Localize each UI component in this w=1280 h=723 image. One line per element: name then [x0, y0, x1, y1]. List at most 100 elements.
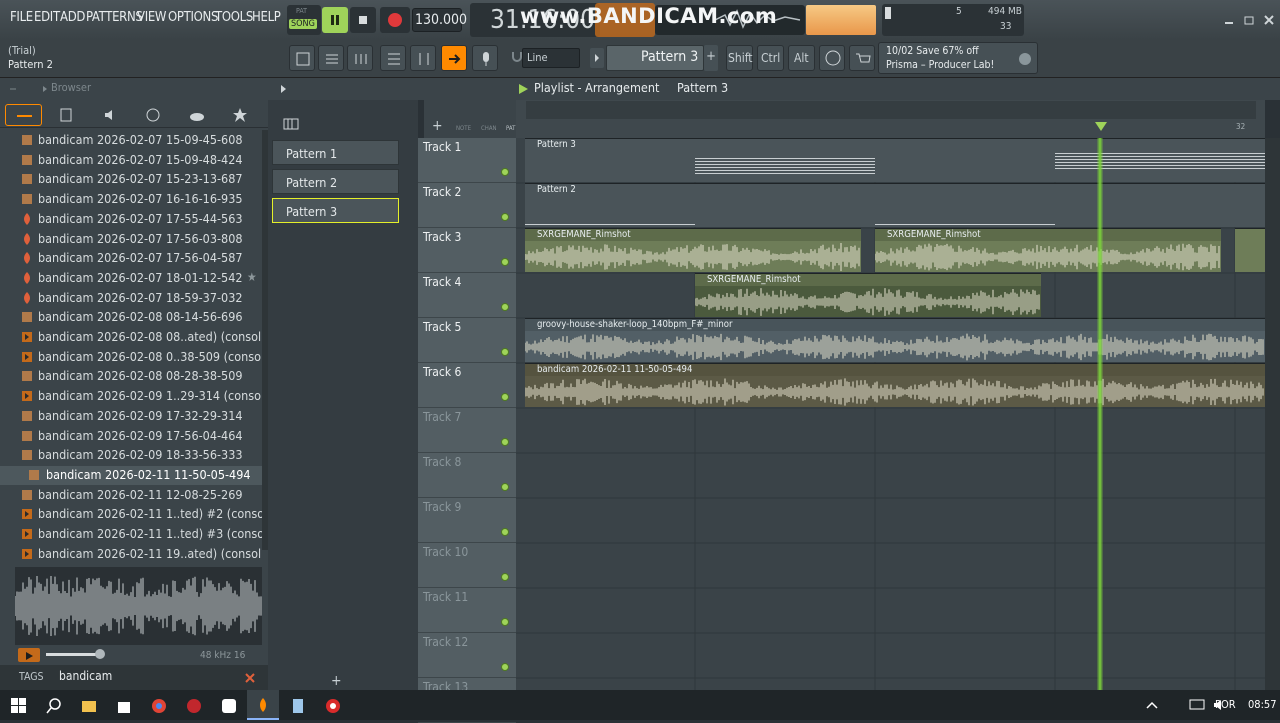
shift-key-button[interactable]: Shift — [726, 45, 753, 71]
clock[interactable]: 08:57 — [1248, 698, 1277, 711]
clip-track3-rimshot-1[interactable]: SXRGEMANE_Rimshot — [525, 228, 861, 272]
browser-item[interactable]: bandicam 2026-02-07 15-09-48-424 — [0, 151, 262, 170]
pattern-item-3[interactable]: Pattern 3 — [272, 198, 399, 223]
track-header[interactable]: Track 10 — [418, 543, 516, 588]
track-enable-led[interactable] — [501, 258, 509, 266]
clip-track6-bandicam-audio[interactable]: bandicam 2026-02-11 11-50-05-494 — [525, 363, 1265, 407]
minimize-button[interactable] — [1222, 12, 1236, 26]
browser-item[interactable]: bandicam 2026-02-07 17-56-04-587 — [0, 249, 262, 268]
browser-search-input[interactable]: bandicam — [59, 669, 112, 683]
menu-tools[interactable]: TOOLS — [215, 10, 253, 25]
filter-cloud-button[interactable] — [188, 107, 206, 123]
notepad-icon[interactable] — [290, 698, 306, 714]
browser-item[interactable]: bandicam 2026-02-07 18-59-37-032 — [0, 289, 262, 308]
fl-studio-taskbar-button[interactable] — [247, 690, 279, 720]
tool-button-1[interactable] — [289, 45, 315, 71]
news-panel[interactable]: 10/02 Save 67% off Prisma – Producer Lab… — [878, 42, 1038, 74]
clip-track3-rimshot-2[interactable]: SXRGEMANE_Rimshot — [875, 228, 1221, 272]
preview-volume-slider[interactable] — [46, 653, 98, 656]
playlist-grid[interactable]: Pattern 3 Pattern 2 SXRGEMANE_Rimshot SX… — [516, 138, 1265, 690]
menu-add[interactable]: ADD — [60, 10, 85, 25]
track-enable-led[interactable] — [501, 483, 509, 491]
track-enable-led[interactable] — [501, 438, 509, 446]
browser-item[interactable]: bandicam 2026-02-08 08-28-38-509 — [0, 367, 262, 386]
track-header[interactable]: Track 8 — [418, 453, 516, 498]
browser-item[interactable]: bandicam 2026-02-07 18-01-12-542 ★ — [0, 269, 262, 288]
tool-button-5[interactable] — [410, 45, 436, 71]
playlist-tools[interactable] — [323, 80, 533, 98]
clear-search-icon[interactable] — [244, 672, 256, 684]
track-header[interactable]: Track 12 — [418, 633, 516, 678]
tool-button-7[interactable] — [472, 45, 498, 71]
browser-item[interactable]: bandicam 2026-02-07 15-23-13-687 — [0, 170, 262, 189]
close-button[interactable] — [1262, 12, 1276, 26]
clip-track2-pattern[interactable]: Pattern 2 — [525, 183, 1265, 227]
track-enable-led[interactable] — [501, 663, 509, 671]
app-red-icon[interactable] — [186, 698, 202, 714]
record-button[interactable] — [380, 7, 410, 33]
tempo-display[interactable]: 130.000 — [412, 8, 467, 32]
track-enable-led[interactable] — [501, 303, 509, 311]
track-enable-led[interactable] — [501, 393, 509, 401]
tool-button-4[interactable] — [380, 45, 406, 71]
capcut-icon[interactable] — [221, 698, 237, 714]
track-header[interactable]: Track 4 — [418, 273, 516, 318]
browser-item[interactable]: bandicam 2026-02-07 17-55-44-563 — [0, 210, 262, 229]
track-header[interactable]: Track 6 — [418, 363, 516, 408]
clip-track5-shaker-loop[interactable]: groovy-house-shaker-loop_140bpm_F#_minor — [525, 318, 1265, 362]
browser-item[interactable]: bandicam 2026-02-08 08-14-56-696 — [0, 308, 262, 327]
browser-item[interactable]: bandicam 2026-02-11 11-50-05-494 — [0, 465, 262, 485]
add-track-plus[interactable]: + — [432, 118, 443, 134]
preview-play-button[interactable] — [18, 648, 40, 662]
browser-item[interactable]: bandicam 2026-02-09 17-56-04-464 — [0, 427, 262, 446]
piano-icon[interactable] — [283, 116, 299, 130]
menu-help[interactable]: HELP — [252, 10, 281, 25]
track-enable-led[interactable] — [501, 573, 509, 581]
track-header[interactable]: Track 5 — [418, 318, 516, 363]
triangle-right-icon[interactable] — [278, 84, 288, 94]
chevron-up-icon[interactable] — [1145, 700, 1159, 710]
browser-item[interactable]: bandicam 2026-02-07 15-09-45-608 — [0, 131, 262, 150]
menu-patterns[interactable]: PATTERNS — [86, 10, 143, 25]
chrome-icon[interactable] — [151, 698, 167, 714]
menu-edit[interactable]: EDIT — [34, 10, 60, 25]
filter-audio-button[interactable] — [102, 107, 118, 123]
browser-item[interactable]: bandicam 2026-02-09 17-32-29-314 — [0, 407, 262, 426]
filter-plugins-button[interactable] — [145, 107, 161, 123]
track-enable-led[interactable] — [501, 618, 509, 626]
filter-favorites-button[interactable] — [232, 107, 248, 123]
song-pattern-toggle[interactable]: PAT SONG — [287, 5, 321, 35]
snap-select[interactable]: Line — [522, 48, 580, 68]
help-button[interactable] — [819, 45, 845, 71]
bandicam-icon[interactable] — [325, 698, 341, 714]
clip-track4-rimshot[interactable]: SXRGEMANE_Rimshot — [695, 273, 1041, 317]
track-header[interactable]: Track 7 — [418, 408, 516, 453]
stop-button[interactable] — [350, 7, 376, 33]
track-header[interactable]: Track 2 — [418, 183, 516, 228]
track-enable-led[interactable] — [501, 168, 509, 176]
browser-item[interactable]: bandicam 2026-02-07 16-16-16-935 — [0, 190, 262, 209]
browser-item[interactable]: bandicam 2026-02-08 08..ated) (consolida… — [0, 328, 262, 347]
store-icon[interactable] — [116, 698, 132, 714]
browser-item[interactable]: bandicam 2026-02-08 0..38-509 (consolida… — [0, 348, 262, 367]
add-pattern-plus[interactable]: + — [331, 673, 342, 689]
menu-options[interactable]: OPTIONS — [168, 10, 218, 25]
browser-item[interactable]: bandicam 2026-02-09 18-33-56-333 — [0, 446, 262, 465]
track-header[interactable]: Track 11 — [418, 588, 516, 633]
search-icon[interactable] — [46, 698, 62, 714]
browser-item[interactable]: bandicam 2026-02-11 12-08-25-269 — [0, 486, 262, 505]
preview-volume-knob[interactable] — [95, 649, 105, 659]
browser-item[interactable]: bandicam 2026-02-07 17-56-03-808 — [0, 230, 262, 249]
track-enable-led[interactable] — [501, 528, 509, 536]
file-explorer-icon[interactable] — [81, 698, 97, 714]
tool-button-3[interactable] — [347, 45, 373, 71]
track-header[interactable]: Track 9 — [418, 498, 516, 543]
alt-key-button[interactable]: Alt — [788, 45, 815, 71]
language-indicator[interactable]: POR — [1215, 698, 1236, 711]
track-header[interactable]: Track 1 — [418, 138, 516, 183]
menu-view[interactable]: VIEW — [137, 10, 167, 25]
ctrl-key-button[interactable]: Ctrl — [757, 45, 784, 71]
track-enable-led[interactable] — [501, 213, 509, 221]
horizontal-scrollbar[interactable] — [526, 101, 1256, 119]
filter-all-button[interactable] — [5, 104, 42, 126]
